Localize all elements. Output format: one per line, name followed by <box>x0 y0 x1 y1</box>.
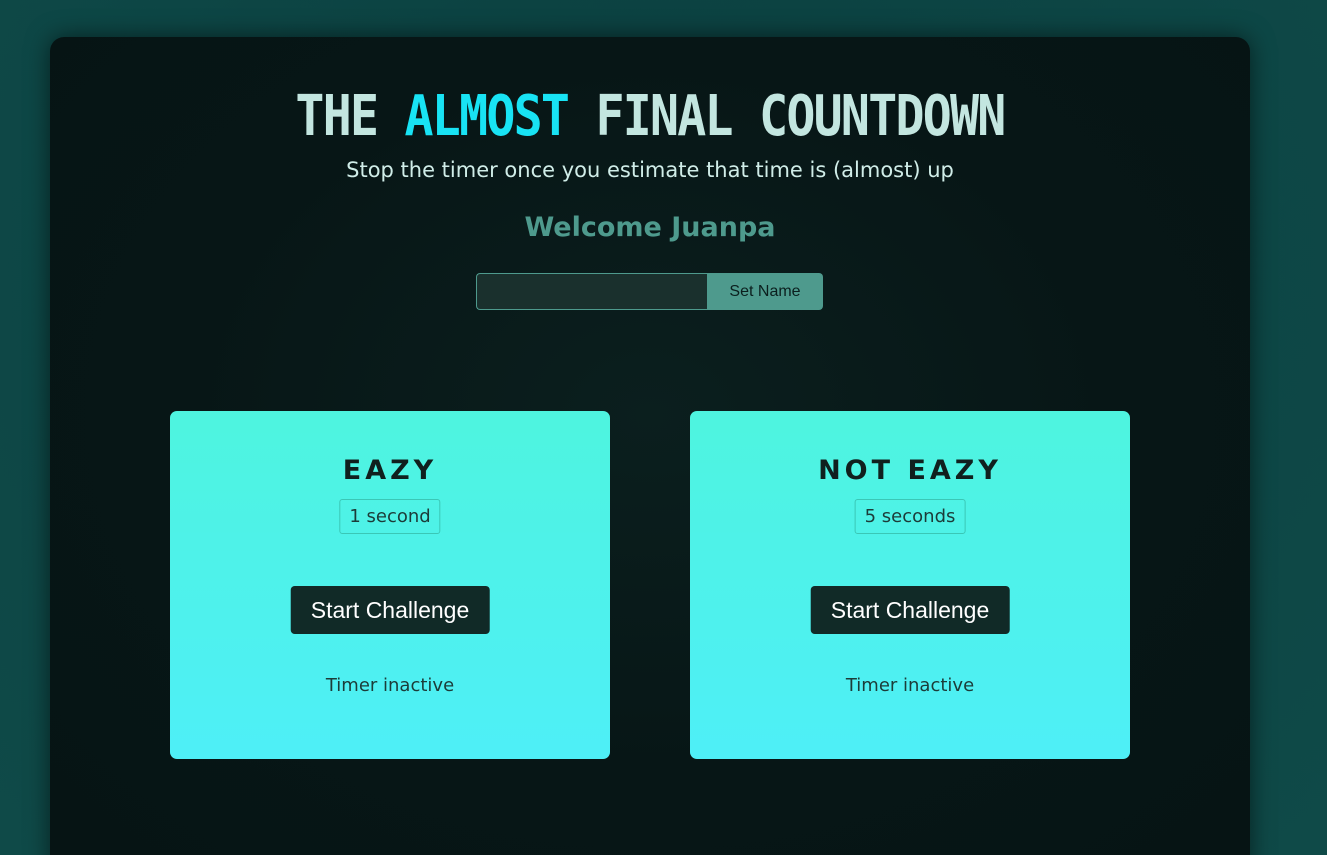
challenge-card-not-eazy: NOT EAZY 5 seconds Start Challenge Timer… <box>690 411 1130 759</box>
start-challenge-button[interactable]: Start Challenge <box>810 586 1010 634</box>
page-subtitle: Stop the timer once you estimate that ti… <box>346 158 954 182</box>
main-panel: THE ALMOST FINAL COUNTDOWN Stop the time… <box>50 37 1250 855</box>
challenge-card-eazy: EAZY 1 second Start Challenge Timer inac… <box>170 411 610 759</box>
welcome-message: Welcome Juanpa <box>524 212 776 243</box>
timer-status: Timer inactive <box>325 675 455 696</box>
challenge-duration: 1 second <box>339 499 441 534</box>
page-title: THE ALMOST FINAL COUNTDOWN <box>134 89 1166 145</box>
challenge-title: NOT EAZY <box>818 455 1002 486</box>
name-form: Set Name <box>476 273 823 310</box>
title-part-1: THE <box>295 84 405 149</box>
challenge-title: EAZY <box>342 455 438 486</box>
set-name-button[interactable]: Set Name <box>707 273 823 310</box>
name-input[interactable] <box>476 273 707 310</box>
timer-status: Timer inactive <box>845 675 975 696</box>
start-challenge-button[interactable]: Start Challenge <box>290 586 490 634</box>
title-highlight: ALMOST <box>404 84 570 149</box>
title-part-2: FINAL COUNTDOWN <box>568 84 1006 149</box>
challenge-duration: 5 seconds <box>854 499 966 534</box>
